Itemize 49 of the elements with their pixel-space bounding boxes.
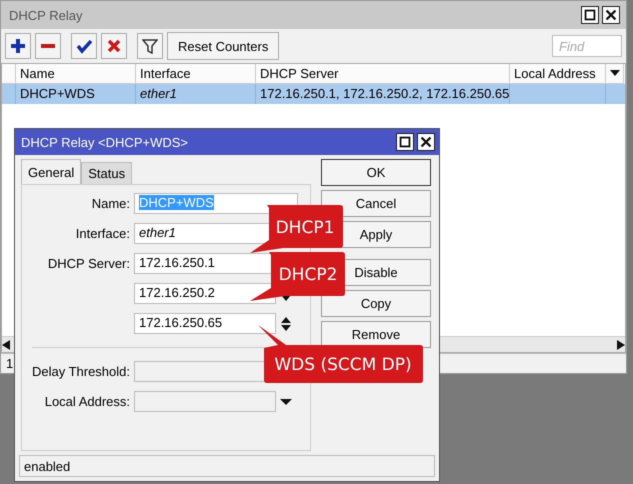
dialog-button[interactable]: Copy [321,290,431,317]
field-label: Local Address: [44,394,130,409]
add-button[interactable] [5,33,31,59]
tab[interactable]: Status [81,162,132,184]
table-cell: 172.16.250.1, 172.16.250.2, 172.16.250.65 [256,84,510,104]
x-icon [106,38,122,54]
close-button[interactable] [602,6,620,24]
scroll-right-icon[interactable] [617,340,625,350]
reset-counters-button[interactable]: Reset Counters [167,32,280,60]
table-row[interactable]: DHCP+WDS ether1 172.16.250.1, 172.16.250.2, 172.16.250.65 [2,84,625,104]
filter-icon [142,38,158,54]
column-header[interactable]: Interface [136,64,256,84]
filter-button[interactable] [137,33,163,59]
dialog-button[interactable]: Cancel [321,190,431,217]
item-count: 1 [6,356,14,371]
check-button[interactable] [71,33,97,59]
table-cell: ether1 [136,84,256,104]
column-header[interactable]: DHCP Server [256,64,510,84]
field-label: Interface: [74,226,130,241]
table-cell: DHCP+WDS [16,84,136,104]
maximize-button[interactable] [581,6,599,24]
find-field[interactable]: Find [552,35,622,57]
dialog-button[interactable]: OK [321,159,431,186]
tab[interactable]: General [21,159,82,184]
column-header[interactable]: Name [16,64,136,84]
window-title: DHCP Relay [9,8,82,22]
local-address-field[interactable] [134,391,276,412]
caret-icon [610,68,620,78]
server-field[interactable]: 172.16.250.2 [134,283,276,304]
remove-button[interactable] [35,33,61,59]
status-text: enabled [24,459,70,474]
column-menu[interactable] [606,64,624,84]
spinner-icon[interactable] [280,316,292,332]
field-label: Name: [90,196,130,211]
dialog-button[interactable]: Remove [321,321,431,348]
plus-icon [10,38,26,54]
callout-tooltip: DHCP2 [250,252,345,301]
maximize-button[interactable] [396,133,414,151]
scroll-left-icon[interactable] [2,340,10,350]
column-header[interactable]: Local Address [510,64,606,84]
field-label: DHCP Server: [46,256,130,271]
dialog-title: DHCP Relay <DHCP+WDS> [21,134,188,150]
x-button[interactable] [101,33,127,59]
dropdown-icon[interactable] [280,398,292,406]
close-button[interactable] [417,133,435,151]
field-label: Delay Threshold: [30,364,130,379]
server-field[interactable]: 172.16.250.65 [134,313,276,334]
check-icon [76,38,92,54]
callout-tooltip: DHCP1 [250,205,343,253]
